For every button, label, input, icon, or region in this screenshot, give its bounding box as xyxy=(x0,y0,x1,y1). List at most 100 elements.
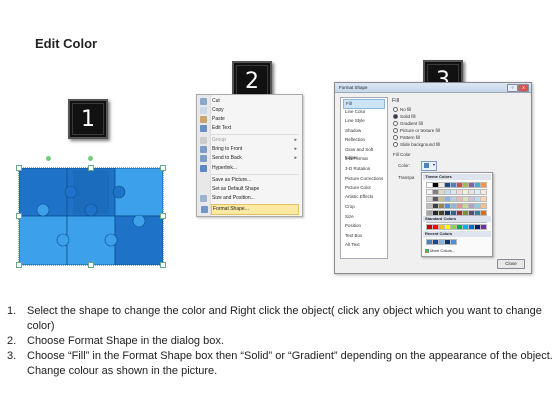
menu-item-label: Edit Text xyxy=(212,125,232,131)
radio-icon xyxy=(393,135,398,141)
group-icon xyxy=(200,137,207,144)
menu-item-label: Cut xyxy=(212,98,220,104)
fill-color-heading: Fill Color xyxy=(393,152,411,157)
fill-color-dropdown[interactable]: ▾ xyxy=(421,161,437,171)
color-swatch[interactable] xyxy=(480,224,487,230)
resize-handle[interactable] xyxy=(16,262,22,268)
pane-title: Fill xyxy=(392,98,400,104)
radio-label: Pattern fill xyxy=(400,135,421,140)
chevron-down-icon: ▾ xyxy=(432,162,435,167)
step-badge-1: 1 xyxy=(68,99,108,139)
resize-handle[interactable] xyxy=(160,165,166,171)
nav-item-artistic-effects[interactable]: Artistic Effects xyxy=(343,193,385,201)
radio-label: Gradient fill xyxy=(400,121,423,126)
scissors-icon xyxy=(200,98,207,105)
radio-solid-fill[interactable]: Solid fill xyxy=(393,114,416,120)
nav-item-shadow[interactable]: Shadow xyxy=(343,127,385,135)
slide-title: Edit Color xyxy=(35,36,98,51)
radio-label: No fill xyxy=(400,107,412,112)
rotation-handle[interactable] xyxy=(88,156,93,161)
radio-icon xyxy=(393,107,398,113)
resize-handle[interactable] xyxy=(88,262,94,268)
submenu-arrow-icon: ▸ xyxy=(294,137,297,143)
radio-picture-fill[interactable]: Picture or texture fill xyxy=(393,128,440,134)
nav-item-3d-format[interactable]: 3-D Format xyxy=(343,155,385,163)
instructions-list: 1. Select the shape to change the color … xyxy=(7,304,553,379)
menu-item-send-to-back[interactable]: Send to Back ▸ xyxy=(200,154,299,163)
menu-item-paste[interactable]: Paste xyxy=(200,115,299,124)
more-colors-link[interactable]: More Colors... xyxy=(425,248,455,253)
menu-item-copy[interactable]: Copy xyxy=(200,106,299,115)
menu-item-save-as-picture[interactable]: Save as Picture... xyxy=(211,176,299,185)
theme-colors-row xyxy=(426,182,487,188)
close-button[interactable]: Close xyxy=(497,259,525,269)
submenu-arrow-icon: ▸ xyxy=(294,155,297,161)
nav-item-picture-color[interactable]: Picture Color xyxy=(343,184,385,192)
recent-colors-heading: Recent Colors xyxy=(423,231,491,237)
radio-pattern-fill[interactable]: Pattern fill xyxy=(393,135,420,141)
resize-handle[interactable] xyxy=(16,165,22,171)
transparency-label: Transpa xyxy=(398,175,415,180)
menu-item-bring-to-front[interactable]: Bring to Front ▸ xyxy=(200,145,299,154)
color-wheel-icon xyxy=(425,248,429,253)
menu-item-cut[interactable]: Cut xyxy=(200,97,299,106)
size-icon xyxy=(200,195,207,202)
nav-item-line-color[interactable]: Line Color xyxy=(343,108,385,116)
menu-item-hyperlink[interactable]: Hyperlink... xyxy=(200,164,299,173)
instruction-text: Choose “Fill” in the Format Shape box th… xyxy=(27,350,553,377)
radio-no-fill[interactable]: No fill xyxy=(393,107,411,113)
puzzle-graphic[interactable] xyxy=(19,168,163,265)
menu-item-label: Send to Back xyxy=(212,155,242,161)
puzzle-shape-group[interactable] xyxy=(16,156,166,268)
nav-item-3d-rotation[interactable]: 3-D Rotation xyxy=(343,165,385,173)
menu-item-format-shape[interactable]: Format Shape... xyxy=(201,204,299,215)
menu-item-label: Paste xyxy=(212,116,225,122)
instruction-item: 3. Choose “Fill” in the Format Shape box… xyxy=(7,349,553,379)
instruction-number: 1. xyxy=(7,305,17,317)
nav-item-picture-corrections[interactable]: Picture Corrections xyxy=(343,175,385,183)
resize-handle[interactable] xyxy=(88,165,94,171)
nav-item-line-style[interactable]: Line Style xyxy=(343,117,385,125)
nav-item-reflection[interactable]: Reflection xyxy=(343,136,385,144)
instruction-item: 1. Select the shape to change the color … xyxy=(7,304,553,334)
menu-item-label: Format Shape... xyxy=(213,206,249,212)
help-icon[interactable]: ? xyxy=(507,84,518,92)
rotation-handle[interactable] xyxy=(46,156,51,161)
color-swatch[interactable] xyxy=(480,196,487,202)
dialog-title: Format Shape xyxy=(339,85,368,90)
menu-item-edit-text[interactable]: Edit Text xyxy=(200,124,299,133)
bring-front-icon xyxy=(200,146,207,153)
menu-item-label: Group xyxy=(212,137,226,143)
radio-gradient-fill[interactable]: Gradient fill xyxy=(393,121,423,127)
nav-item-alt-text[interactable]: Alt Text xyxy=(343,241,385,249)
send-back-icon xyxy=(200,155,207,162)
edit-text-icon xyxy=(200,125,207,132)
more-colors-label: More Colors... xyxy=(430,248,456,253)
standard-colors-row xyxy=(426,224,487,230)
instruction-number: 2. xyxy=(7,335,17,347)
recent-colors-row xyxy=(426,239,485,245)
menu-item-label: Bring to Front xyxy=(212,146,243,152)
color-swatch[interactable] xyxy=(450,239,457,245)
hyperlink-icon xyxy=(200,165,207,172)
menu-item-label: Size and Position... xyxy=(212,195,255,201)
resize-handle[interactable] xyxy=(160,262,166,268)
color-swatch[interactable] xyxy=(480,203,487,209)
nav-item-glow[interactable]: Glow and Soft Edges xyxy=(343,146,385,160)
color-swatch[interactable] xyxy=(480,182,487,188)
nav-item-crop[interactable]: Crop xyxy=(343,203,385,211)
resize-handle[interactable] xyxy=(160,213,166,219)
nav-item-text-box[interactable]: Text Box xyxy=(343,232,385,240)
color-swatch[interactable] xyxy=(480,189,487,195)
radio-slide-background-fill[interactable]: Slide background fill xyxy=(393,142,440,148)
color-label: Color: xyxy=(398,163,411,168)
close-icon[interactable]: ✕ xyxy=(518,84,529,92)
menu-separator xyxy=(211,174,299,175)
nav-item-position[interactable]: Position xyxy=(343,222,385,230)
menu-item-set-default-shape[interactable]: Set as Default Shape xyxy=(211,185,299,194)
radio-icon xyxy=(393,121,398,127)
menu-item-size-position[interactable]: Size and Position... xyxy=(200,194,299,203)
resize-handle[interactable] xyxy=(16,213,22,219)
nav-item-size[interactable]: Size xyxy=(343,213,385,221)
menu-item-group[interactable]: Group ▸ xyxy=(200,136,299,145)
